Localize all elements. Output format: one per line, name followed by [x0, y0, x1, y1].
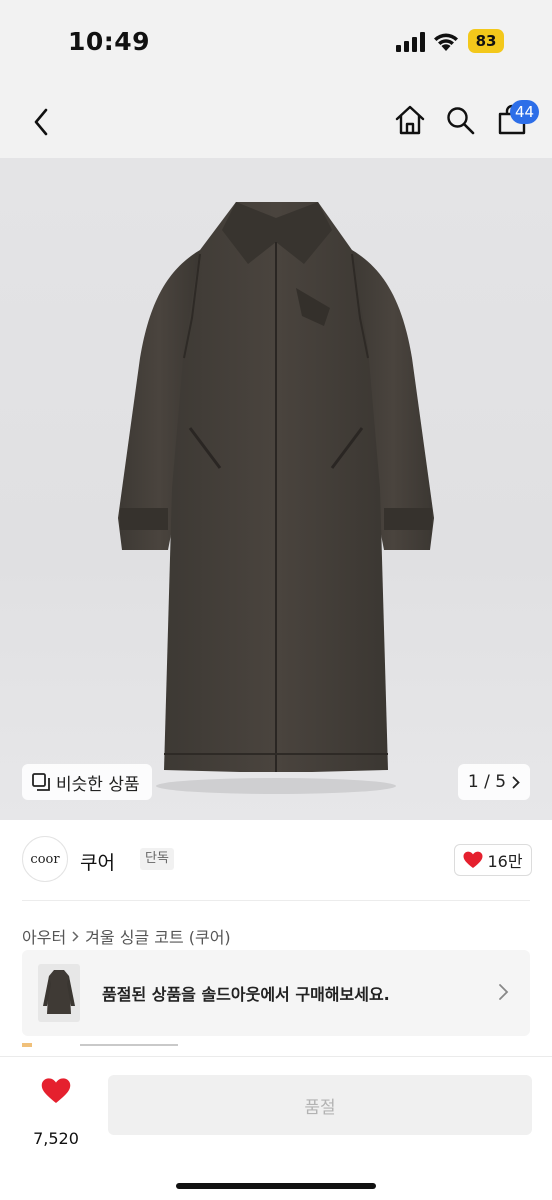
similar-products-label: 비슷한 상품 [56, 774, 140, 795]
chevron-right-icon [72, 930, 79, 942]
breadcrumb-category[interactable]: 아우터 [22, 924, 66, 948]
search-icon [447, 107, 475, 135]
banner-text: 품절된 상품을 솔드아웃에서 구매해보세요. [102, 985, 390, 1004]
wifi-icon [434, 33, 458, 51]
brand-like-count: 16만 [487, 852, 523, 871]
wishlist-button[interactable]: 7,520 [28, 1077, 84, 1148]
brand-name[interactable]: 쿠어 [80, 848, 115, 875]
partial-content-sliver [22, 1043, 178, 1047]
search-button[interactable] [442, 102, 478, 138]
status-time: 10:49 [68, 27, 151, 56]
home-indicator [176, 1183, 376, 1189]
product-image[interactable]: 비슷한 상품 1 / 5 [0, 158, 552, 820]
chevron-right-icon [512, 776, 520, 788]
brand-row: coor 쿠어 단독 16만 [22, 836, 532, 884]
banner-thumbnail [38, 964, 80, 1022]
soldout-button-label: 품절 [304, 1097, 336, 1118]
bottom-action-bar: 7,520 품절 [0, 1056, 552, 1200]
brand-logo[interactable]: coor [22, 836, 68, 882]
home-button[interactable] [392, 102, 428, 138]
brand-logo-text: coor [30, 851, 60, 867]
back-button[interactable] [24, 104, 58, 140]
status-bar: 10:49 83 [0, 0, 552, 88]
coat-illustration [118, 202, 434, 794]
wishlist-count: 7,520 [33, 1129, 79, 1148]
cart-count-badge: 44 [510, 100, 540, 124]
breadcrumb-product[interactable]: 겨울 싱글 코트 (쿠어) [85, 924, 231, 948]
exclusive-tag: 단독 [140, 848, 174, 870]
image-page-text: 1 / 5 [467, 772, 507, 792]
brand-like-button[interactable]: 16만 [454, 844, 532, 876]
heart-filled-icon [41, 1078, 71, 1103]
heart-icon [463, 851, 483, 868]
home-icon [395, 105, 425, 135]
breadcrumb: 아우터 겨울 싱글 코트 (쿠어) [22, 924, 231, 948]
signal-icon [396, 32, 425, 52]
nav-bar [0, 88, 552, 158]
coat-thumbnail-image [43, 970, 75, 1014]
partially-hidden-row [22, 1034, 262, 1047]
back-chevron-icon [34, 108, 48, 136]
section-divider [22, 900, 530, 901]
similar-items-icon [32, 773, 50, 791]
chevron-right-icon [499, 984, 509, 1000]
soldout-promo-banner[interactable]: 품절된 상품을 솔드아웃에서 구매해보세요. [22, 950, 530, 1036]
battery-indicator: 83 [468, 29, 504, 53]
similar-products-button[interactable]: 비슷한 상품 [22, 764, 152, 800]
product-page: 10:49 83 44 비슷한 상품 1 / 5 coor 쿠어 단독 16만 … [0, 0, 552, 1200]
soldout-purchase-button[interactable]: 품절 [108, 1075, 532, 1135]
image-page-counter[interactable]: 1 / 5 [458, 764, 530, 800]
